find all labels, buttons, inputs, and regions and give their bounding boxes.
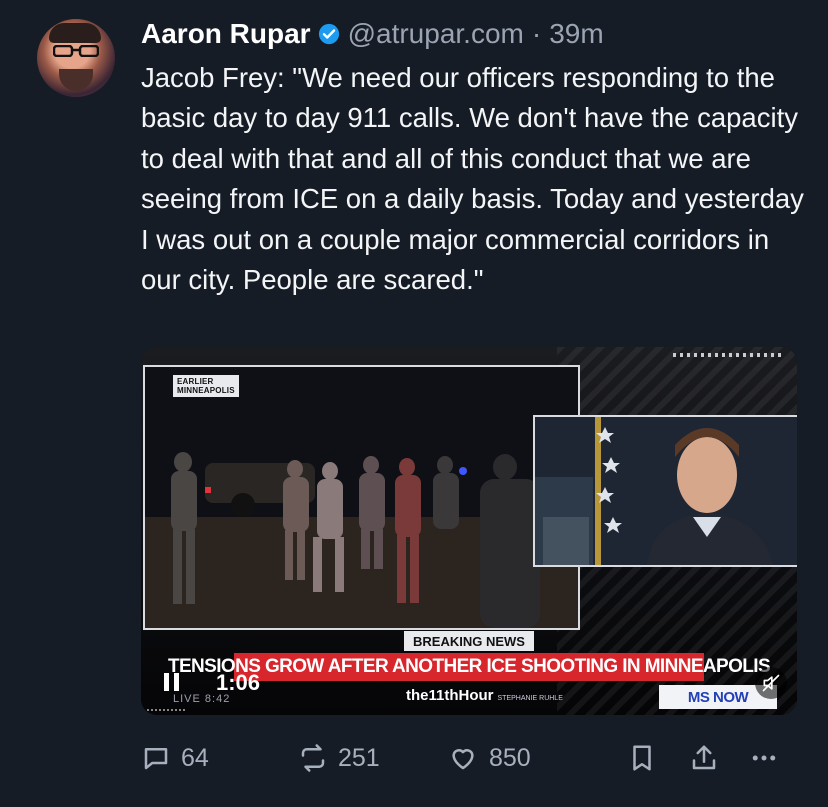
video-decoration-dots bbox=[673, 353, 783, 357]
bookmark-button[interactable] bbox=[627, 736, 657, 780]
crowd-scene bbox=[145, 367, 578, 628]
verified-icon bbox=[318, 23, 339, 45]
avatar-hair bbox=[49, 23, 101, 43]
speaker-scene bbox=[535, 417, 797, 565]
location-tag: EARLIER MINNEAPOLIS bbox=[173, 375, 239, 397]
live-label: LIVE bbox=[173, 693, 201, 705]
bookmark-icon bbox=[633, 745, 651, 771]
action-bar: 64 251 850 bbox=[141, 736, 811, 780]
live-dots bbox=[147, 709, 187, 711]
video-player[interactable]: EARLIER MINNEAPOLIS BREAKING NEWS TENSIO… bbox=[141, 347, 797, 715]
avatar[interactable] bbox=[37, 19, 115, 97]
location-tag-line2: MINNEAPOLIS bbox=[177, 386, 235, 395]
share-button[interactable] bbox=[689, 736, 719, 780]
avatar-glasses bbox=[53, 45, 99, 57]
like-count: 850 bbox=[489, 743, 531, 772]
video-main-frame: EARLIER MINNEAPOLIS bbox=[143, 365, 580, 630]
separator-dot: · bbox=[531, 18, 542, 49]
share-icon bbox=[692, 745, 716, 770]
like-icon bbox=[452, 749, 474, 770]
more-button[interactable] bbox=[749, 736, 779, 780]
reply-count: 64 bbox=[181, 743, 209, 772]
author-handle[interactable]: @atrupar.com bbox=[348, 18, 524, 50]
repost-button[interactable]: 251 bbox=[298, 736, 380, 780]
location-tag-line1: EARLIER bbox=[177, 377, 214, 386]
reply-button[interactable]: 64 bbox=[141, 736, 209, 780]
mute-icon[interactable] bbox=[755, 667, 787, 699]
post-time[interactable]: 39m bbox=[549, 18, 603, 50]
repost-icon bbox=[301, 744, 325, 772]
more-icon bbox=[752, 755, 776, 761]
video-pip-frame bbox=[533, 415, 797, 567]
author-name[interactable]: Aaron Rupar bbox=[141, 18, 311, 50]
pause-icon[interactable] bbox=[163, 673, 181, 693]
show-host: STEPHANIE RUHLE bbox=[497, 695, 563, 702]
post-header: Aaron Rupar @atrupar.com · 39m bbox=[141, 16, 604, 52]
post-text: Jacob Frey: "We need our officers respon… bbox=[141, 62, 804, 296]
breaking-news-label: BREAKING NEWS bbox=[404, 631, 534, 651]
video-timer: 1:06 bbox=[216, 670, 261, 695]
show-name: the11thHour bbox=[406, 687, 494, 704]
repost-count: 251 bbox=[338, 743, 380, 772]
avatar-beard bbox=[59, 69, 93, 91]
show-logo: the11thHour STEPHANIE RUHLE bbox=[406, 687, 563, 704]
reply-icon bbox=[144, 748, 168, 770]
news-headline: TENSIONS GROW AFTER ANOTHER ICE SHOOTING… bbox=[168, 653, 771, 681]
like-button[interactable]: 850 bbox=[447, 736, 531, 780]
